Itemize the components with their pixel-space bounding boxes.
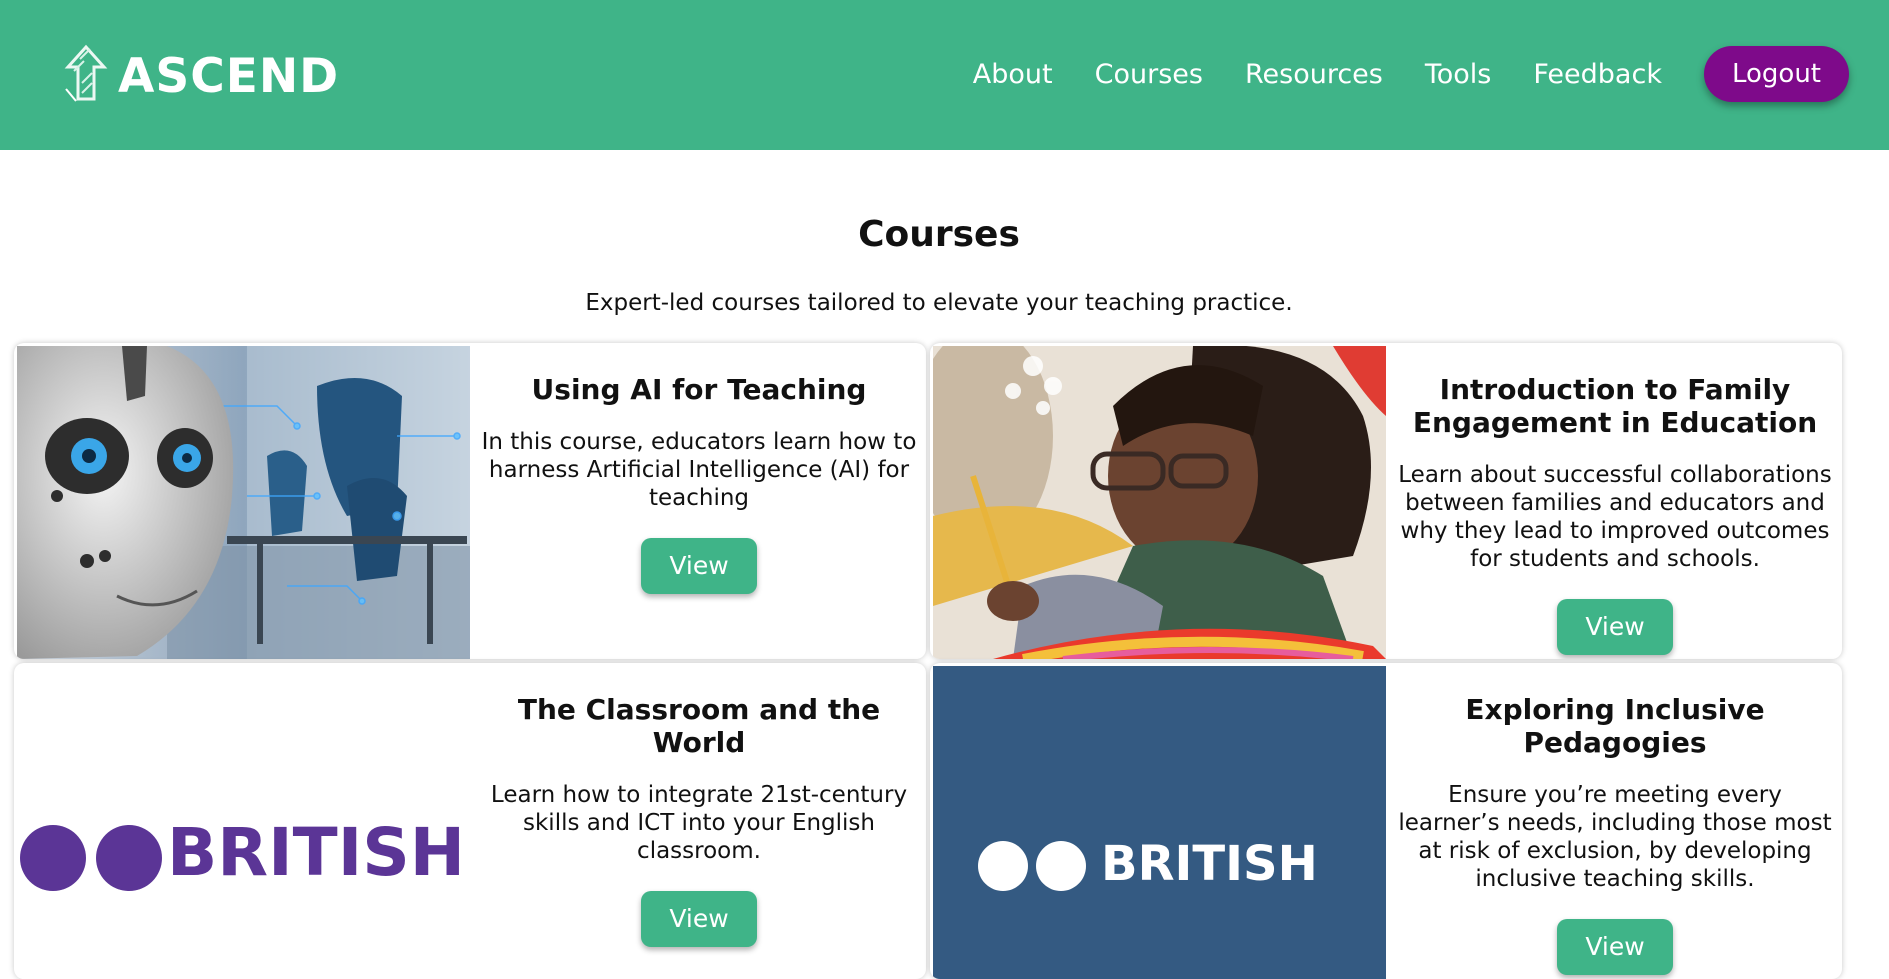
site-header: ASCEND About Courses Resources Tools Fee… bbox=[0, 0, 1889, 150]
view-course-button[interactable]: View bbox=[1557, 599, 1673, 655]
british-council-wordmark: BRITISH bbox=[167, 814, 466, 891]
page-subtitle: Expert-led courses tailored to elevate y… bbox=[585, 290, 1293, 316]
course-title: Exploring Inclusive Pedagogies bbox=[1465, 693, 1765, 759]
course-card-body: Exploring Inclusive Pedagogies Ensure yo… bbox=[1390, 663, 1840, 975]
view-course-button[interactable]: View bbox=[1557, 919, 1673, 975]
course-description: In this course, educators learn how to h… bbox=[481, 429, 917, 511]
nav-tools[interactable]: Tools bbox=[1425, 59, 1492, 90]
view-course-button[interactable]: View bbox=[641, 891, 757, 947]
robot-classroom-image bbox=[17, 346, 470, 659]
page-title: Courses bbox=[858, 214, 1020, 255]
nav-feedback[interactable]: Feedback bbox=[1533, 59, 1662, 90]
brand-logo[interactable]: ASCEND bbox=[60, 44, 339, 108]
course-description: Learn about successful collaborations be… bbox=[1398, 462, 1832, 572]
course-card: BRITISH Exploring Inclusive Pedagogies E… bbox=[930, 663, 1842, 979]
course-title: Introduction to Family Engagement in Edu… bbox=[1412, 373, 1818, 439]
nav-resources[interactable]: Resources bbox=[1245, 59, 1383, 90]
british-council-wordmark: BRITISH bbox=[1101, 836, 1318, 892]
nav-about[interactable]: About bbox=[973, 59, 1053, 90]
course-card-body: Using AI for Teaching In this course, ed… bbox=[474, 343, 924, 594]
course-card-body: Introduction to Family Engagement in Edu… bbox=[1390, 343, 1840, 655]
course-card: Introduction to Family Engagement in Edu… bbox=[930, 343, 1842, 659]
child-writing-image bbox=[933, 346, 1386, 659]
course-description: Ensure you’re meeting every learner’s ne… bbox=[1398, 782, 1832, 892]
course-card-body: The Classroom and the World Learn how to… bbox=[474, 663, 924, 947]
brand-name: ASCEND bbox=[118, 48, 340, 104]
british-council-logo-white: BRITISH bbox=[17, 666, 470, 979]
course-card: BRITISH The Classroom and the World Lear… bbox=[14, 663, 926, 979]
course-title: Using AI for Teaching bbox=[531, 373, 867, 406]
logout-button[interactable]: Logout bbox=[1703, 46, 1849, 102]
british-council-logo-blue: BRITISH bbox=[933, 666, 1386, 979]
course-card: Using AI for Teaching In this course, ed… bbox=[14, 343, 926, 659]
course-description: Learn how to integrate 21st-century skil… bbox=[490, 782, 908, 864]
view-course-button[interactable]: View bbox=[641, 538, 757, 594]
arrow-logo-icon bbox=[60, 43, 112, 109]
nav-courses[interactable]: Courses bbox=[1095, 59, 1203, 90]
course-title: The Classroom and the World bbox=[517, 693, 881, 759]
main-nav: About Courses Resources Tools Feedback L… bbox=[973, 44, 1849, 104]
